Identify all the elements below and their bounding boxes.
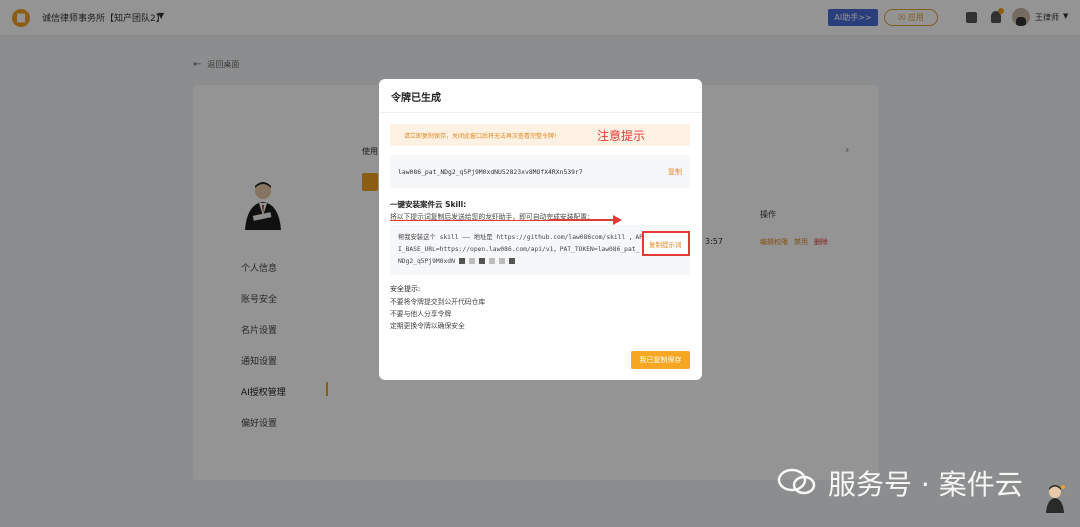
watermark-text: 服务号 · 案件云 [828, 468, 1023, 501]
safety-title: 安全提示: [390, 285, 421, 293]
copy-prompt-button[interactable]: 复制提示词 [642, 231, 690, 256]
redaction-mask [458, 258, 465, 264]
safety-item: 不要将令牌提交到公开代码仓库 [390, 298, 486, 306]
annotation-arrow-shaft [549, 219, 617, 221]
safety-item: 定期更换令牌以确保安全 [390, 322, 465, 330]
copy-prompt-label: 复制提示词 [649, 241, 682, 249]
annotation-note: 注意提示 [597, 129, 646, 143]
install-skill-title: 一键安装案件云 Skill: [390, 200, 467, 209]
annotation-arrow-head-icon [613, 215, 622, 225]
redaction-mask [468, 258, 475, 264]
warning-text: 请立即复制保存，关闭此窗口后将无法再次查看完整令牌! [404, 133, 557, 140]
safety-item: 不要与他人分享令牌 [390, 310, 452, 318]
prompt-text-content: 帮我安装这个 skill —— 地址是 https://github.com/l… [398, 234, 643, 265]
confirm-saved-button[interactable]: 我已复制保存 [631, 351, 690, 369]
modal-title: 令牌已生成 [391, 93, 441, 104]
redaction-mask [498, 258, 505, 264]
redaction-mask [488, 258, 495, 264]
redaction-mask [478, 258, 485, 264]
token-value: law086_pat_NDg2_q5Pj9M0xdNU52823xv8MOfX4… [398, 168, 583, 176]
redaction-mask [508, 258, 515, 264]
copy-token-button[interactable]: 复制 [668, 167, 682, 177]
token-box: law086_pat_NDg2_q5Pj9M0xdNU52823xv8MOfX4… [390, 155, 690, 188]
token-generated-modal: 令牌已生成 请立即复制保存，关闭此窗口后将无法再次查看完整令牌! 注意提示 la… [379, 79, 702, 380]
assistant-avatar[interactable] [1044, 483, 1066, 513]
modal-divider [379, 112, 702, 113]
wechat-icon [777, 468, 816, 495]
warning-banner: 请立即复制保存，关闭此窗口后将无法再次查看完整令牌! 注意提示 [390, 124, 690, 146]
prompt-text: 帮我安装这个 skill —— 地址是 https://github.com/l… [398, 232, 643, 268]
